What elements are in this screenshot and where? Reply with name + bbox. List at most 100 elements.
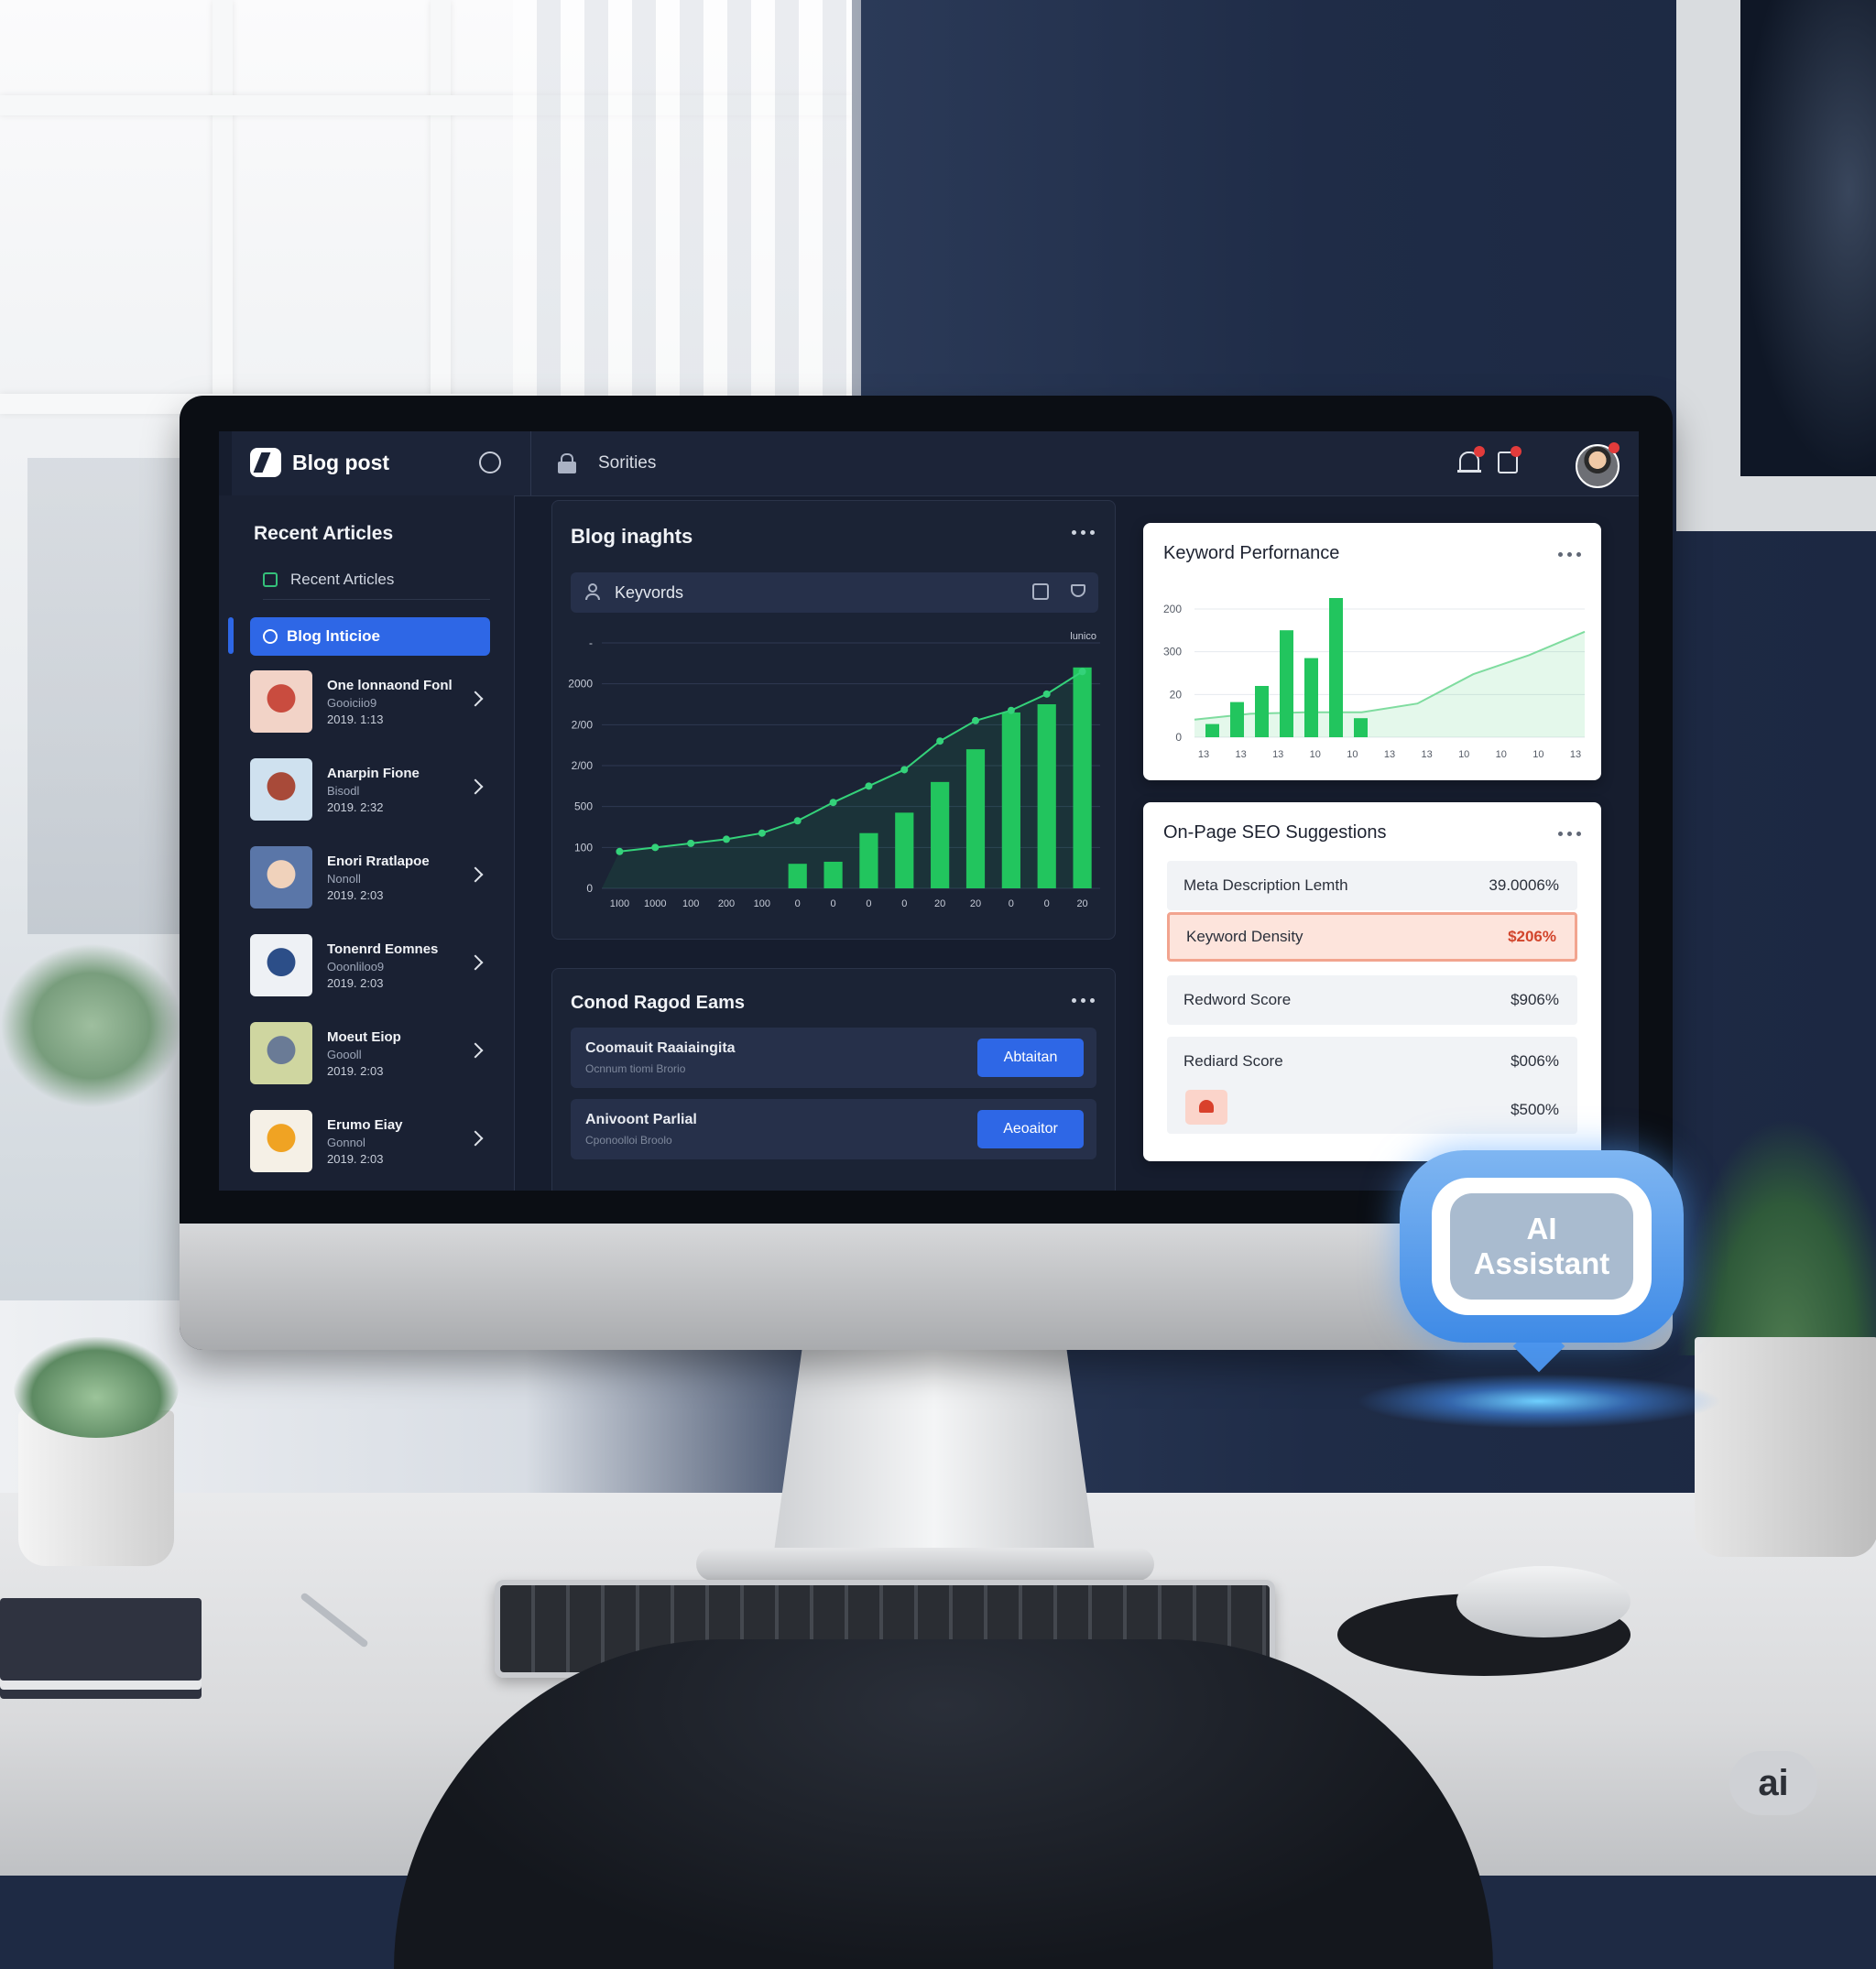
seo-suggestions-panel: On-Page SEO Suggestions Meta Description… [1143, 802, 1601, 1161]
lock-icon [558, 453, 576, 473]
more-icon[interactable] [1072, 530, 1095, 535]
task-action-button[interactable]: Abtaitan [977, 1039, 1084, 1077]
x-tick-label: 1000 [644, 898, 666, 909]
screen: Blog post Sorities Recent Articles Recen… [219, 431, 1639, 1191]
divider [530, 431, 531, 495]
x-tick-label: 100 [682, 898, 699, 909]
task-item: Anivoont Parlial Cponoolloi Broolo Aeoai… [571, 1099, 1096, 1159]
article-item[interactable]: Moeut Eiop Goooll 2019. 2:03 [250, 1020, 497, 1086]
line-point [793, 817, 802, 825]
sidebar-item-label: Blog lnticioe [287, 627, 380, 645]
x-tick-label: 0 [901, 898, 907, 909]
seo-value: $206% [1508, 928, 1556, 945]
assistant-label: AI [1526, 1212, 1557, 1246]
warning-icon[interactable] [1185, 1090, 1227, 1125]
blog-insights-chart: 01005002/002/002000- lunico1I00 1000 100 200… [568, 631, 1100, 909]
chart-bar [1329, 598, 1343, 737]
message-icon[interactable] [1498, 446, 1522, 473]
article-date: 2019. 2:03 [327, 1063, 384, 1078]
seo-value-secondary: $500% [1511, 1101, 1559, 1118]
blog-insights-panel: Blog inaghts Keyvords 0 100 500 2/00 2/00 200… [551, 500, 1116, 940]
article-item[interactable]: One lonnaond Fonl Gooiciio9 2019. 1:13 [250, 669, 497, 734]
chevron-right-icon [467, 1130, 484, 1147]
filter-icon[interactable] [1071, 584, 1085, 597]
more-icon[interactable] [1072, 998, 1095, 1003]
article-title: Erumo Eiay [327, 1116, 403, 1133]
search-icon[interactable] [479, 451, 501, 473]
search-icon [263, 629, 278, 644]
seo-row-highlighted[interactable]: Keyword Density $206% [1167, 912, 1577, 962]
article-item[interactable]: Enori Rratlapoe Nonoll 2019. 2:03 [250, 844, 497, 910]
chart-corner-label: lunico [1070, 631, 1096, 642]
sidebar: Recent Articles Recent Articles Blog lnt… [219, 495, 515, 1191]
sidebar-heading: Recent Articles [254, 523, 394, 544]
x-tick-label: 20 [1076, 898, 1087, 909]
more-icon[interactable] [1558, 552, 1581, 557]
sidebar-item-recent[interactable]: Recent Articles [263, 571, 394, 589]
x-tick-label: 1I00 [610, 898, 629, 909]
y-tick-label: 20 [1170, 688, 1183, 701]
ai-assistant-button[interactable]: AI Assistant [1400, 1150, 1684, 1343]
x-tick-label: 10 [1310, 749, 1321, 760]
keywords-search[interactable]: Keyvords [571, 572, 1098, 613]
article-title: One lonnaond Fonl [327, 677, 453, 693]
seo-row[interactable]: Redword Score $906% [1167, 975, 1577, 1025]
article-date: 2019. 1:13 [327, 712, 384, 726]
article-item[interactable]: Erumo Eiay Gonnol 2019. 2:03 [250, 1108, 497, 1174]
more-icon[interactable] [1558, 832, 1581, 836]
task-subtitle: Cponoolloi Broolo [585, 1134, 672, 1147]
x-tick-label: 0 [831, 898, 836, 909]
article-subtitle: Goooll [327, 1047, 362, 1061]
notification-dot [1609, 442, 1620, 453]
avatar[interactable] [1576, 442, 1620, 488]
x-tick-label: 13 [1384, 749, 1395, 760]
chart-bar [1205, 723, 1219, 737]
line-point [1078, 668, 1086, 676]
line-point [1007, 706, 1015, 714]
article-date: 2019. 2:03 [327, 1151, 384, 1166]
document-icon [263, 572, 278, 587]
y-tick-label: 100 [574, 841, 593, 854]
article-item[interactable]: Tonenrd Eomnes Ooonliloo9 2019. 2:03 [250, 932, 497, 998]
task-title: Anivoont Parlial [585, 1112, 697, 1127]
seo-row[interactable]: Meta Description Lemth 39.0006% [1167, 861, 1577, 910]
x-tick-label: 13 [1570, 749, 1581, 760]
mouse [1456, 1566, 1631, 1637]
x-tick-label: 20 [970, 898, 981, 909]
seo-row[interactable]: Rediard Score $006% $500% [1167, 1037, 1577, 1134]
chart-bar [931, 781, 950, 888]
spiky-plant [1676, 1117, 1876, 1355]
article-thumbnail [250, 1022, 312, 1084]
edit-icon[interactable] [1032, 583, 1049, 600]
chart-bar [859, 832, 878, 888]
y-tick-label: 2/00 [572, 718, 594, 731]
seo-value: 39.0006% [1489, 876, 1559, 894]
y-tick-label: 300 [1163, 646, 1182, 658]
x-tick-label: 13 [1198, 749, 1209, 760]
brand[interactable]: Blog post [250, 448, 389, 477]
line-point [1042, 690, 1051, 698]
chevron-right-icon [467, 691, 484, 707]
article-thumbnail [250, 670, 312, 733]
assistant-glow [1356, 1374, 1722, 1429]
bell-icon[interactable] [1457, 446, 1485, 475]
line-point [723, 835, 730, 843]
notebook [0, 1598, 202, 1681]
top-bar: Blog post Sorities [232, 431, 1639, 496]
chart-bar [895, 812, 914, 888]
assistant-label: Assistant [1473, 1246, 1610, 1280]
task-action-button[interactable]: Aeoaitor [977, 1110, 1084, 1148]
article-title: Enori Rratlapoe [327, 853, 430, 869]
article-title: Tonenrd Eomnes [327, 941, 439, 957]
y-tick-label: 0 [1175, 731, 1182, 744]
article-date: 2019. 2:03 [327, 975, 384, 990]
article-subtitle: Bisodl [327, 783, 360, 798]
x-tick-label: 10 [1347, 749, 1358, 760]
article-item[interactable]: Anarpin Fione Bisodl 2019. 2:32 [250, 756, 497, 822]
seo-label: Rediard Score [1183, 1052, 1283, 1070]
sidebar-item-blog-articles[interactable]: Blog lnticioe [250, 617, 490, 656]
top-bar-label[interactable]: Sorities [598, 453, 656, 473]
seo-label: Redword Score [1183, 991, 1292, 1008]
task-title: Coomauit Raaiaingita [585, 1040, 736, 1056]
line-point [651, 843, 660, 852]
